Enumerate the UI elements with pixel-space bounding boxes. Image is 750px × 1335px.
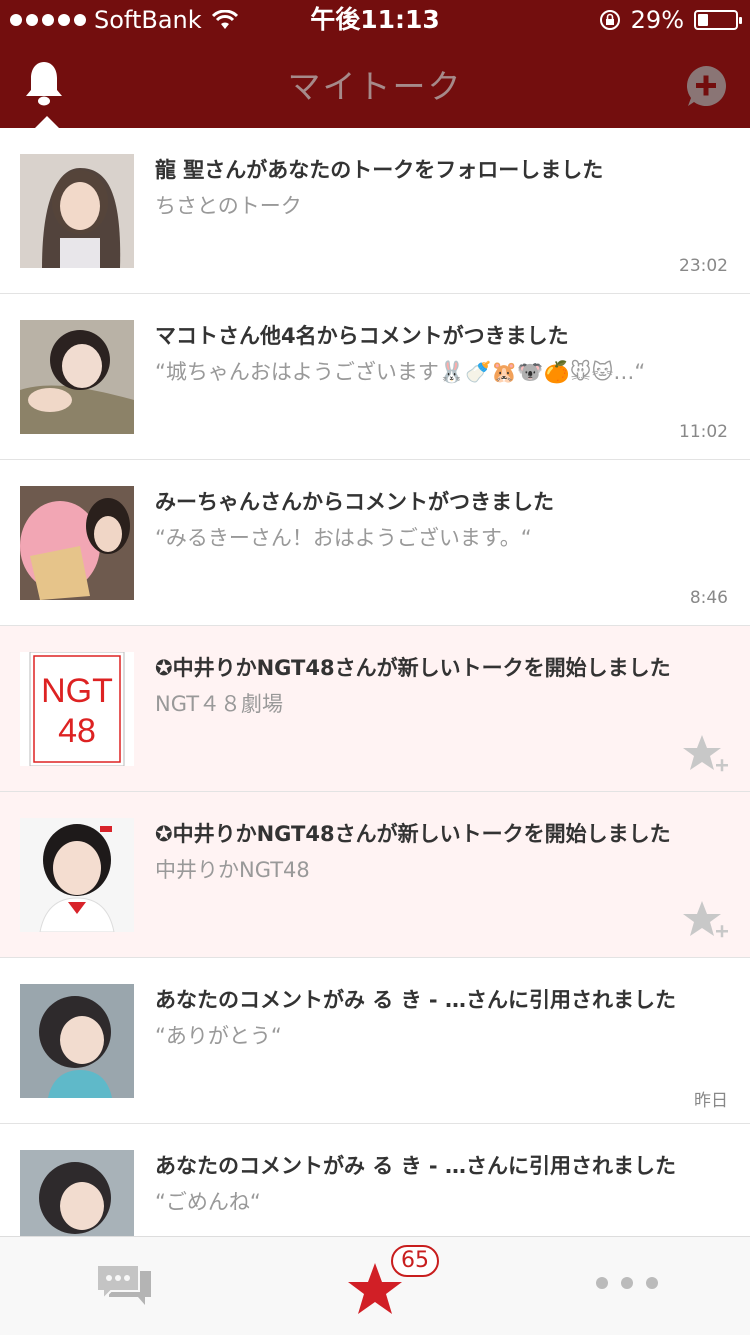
avatar xyxy=(20,1150,134,1236)
item-time: 昨日 xyxy=(694,1091,728,1111)
signal-icon xyxy=(10,14,86,26)
status-bar: SoftBank 午後11:13 29% xyxy=(0,0,750,40)
page-title: マイトーク xyxy=(287,67,463,106)
item-title: ✪中井りかNGT48さんが新しいトークを開始しました xyxy=(155,822,671,846)
star-add-icon[interactable] xyxy=(682,900,730,942)
thumb-text-top: NGT xyxy=(41,672,113,710)
avatar xyxy=(20,320,134,434)
list-item[interactable]: 龍 聖さんがあなたのトークをフォローしました ちさとのトーク 23:02 xyxy=(0,128,750,294)
add-talk-icon[interactable] xyxy=(684,64,728,108)
thumb-text-bottom: 48 xyxy=(58,712,96,750)
item-subtitle: ちさとのトーク xyxy=(155,194,302,218)
list-item-pinned[interactable]: NGT 48 ✪中井りかNGT48さんが新しいトークを開始しました NGT４８劇… xyxy=(0,626,750,792)
favorites-badge: 65 xyxy=(391,1245,439,1277)
notification-list: 龍 聖さんがあなたのトークをフォローしました ちさとのトーク 23:02 マコト… xyxy=(0,128,750,1236)
avatar xyxy=(20,486,134,600)
item-subtitle: 中井りかNGT48 xyxy=(155,858,310,882)
item-subtitle: “ありがとう“ xyxy=(155,1024,282,1048)
item-title: あなたのコメントがみ る き - …さんに引用されました xyxy=(155,988,676,1012)
list-item[interactable]: あなたのコメントがみ る き - …さんに引用されました “ありがとう“ 昨日 xyxy=(0,958,750,1124)
item-time: 8:46 xyxy=(689,588,728,608)
item-subtitle: NGT４８劇場 xyxy=(155,692,284,716)
list-item[interactable]: あなたのコメントがみ る き - …さんに引用されました “ごめんね“ xyxy=(0,1124,750,1236)
talk-bubbles-icon[interactable] xyxy=(95,1263,155,1311)
item-title: あなたのコメントがみ る き - …さんに引用されました xyxy=(155,1154,676,1178)
item-subtitle: “ごめんね“ xyxy=(155,1190,261,1214)
item-title: ✪中井りかNGT48さんが新しいトークを開始しました xyxy=(155,656,671,680)
ngt48-logo: NGT 48 xyxy=(20,652,134,766)
avatar xyxy=(20,154,134,268)
battery-percent: 29% xyxy=(630,6,684,34)
header: SoftBank 午後11:13 29% マイトーク xyxy=(0,0,750,128)
item-title: マコトさん他4名からコメントがつきました xyxy=(155,324,569,348)
list-item[interactable]: マコトさん他4名からコメントがつきました “城ちゃんおはようございます🐰🍼🐹🐨🍊… xyxy=(0,294,750,460)
item-title: みーちゃんさんからコメントがつきました xyxy=(155,490,554,514)
item-subtitle: “みるきーさん！おはようございます。“ xyxy=(155,526,532,550)
list-item[interactable]: みーちゃんさんからコメントがつきました “みるきーさん！おはようございます。“ … xyxy=(0,460,750,626)
nav-bar: マイトーク xyxy=(0,40,750,128)
carrier-label: SoftBank xyxy=(94,6,202,34)
more-dots-icon[interactable] xyxy=(596,1277,658,1289)
tab-indicator xyxy=(35,116,59,128)
item-time: 11:02 xyxy=(679,422,728,442)
battery-icon xyxy=(694,10,742,30)
item-title: 龍 聖さんがあなたのトークをフォローしました xyxy=(155,158,604,182)
item-time: 23:02 xyxy=(679,256,728,276)
wifi-icon xyxy=(211,10,238,29)
tab-bar: 65 xyxy=(0,1236,750,1335)
avatar xyxy=(20,984,134,1098)
item-subtitle: “城ちゃんおはようございます🐰🍼🐹🐨🍊🐭🐱…“ xyxy=(155,360,646,384)
avatar xyxy=(20,818,134,932)
list-item-pinned[interactable]: ✪中井りかNGT48さんが新しいトークを開始しました 中井りかNGT48 xyxy=(0,792,750,958)
star-add-icon[interactable] xyxy=(682,734,730,776)
rotation-lock-icon xyxy=(599,10,620,30)
